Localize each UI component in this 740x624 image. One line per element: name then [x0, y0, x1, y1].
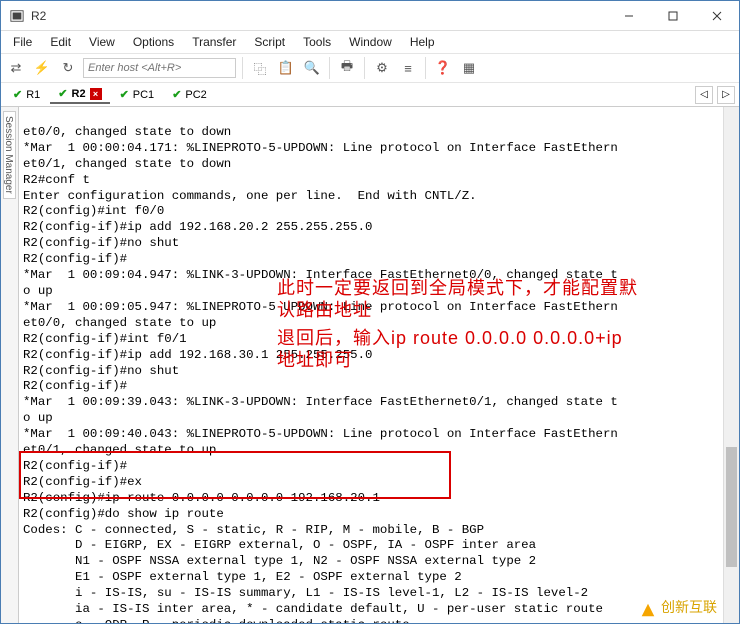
term-line: *Mar 1 00:09:04.947: %LINK-3-UPDOWN: Int…	[23, 268, 618, 282]
annotation-line1: 此时一定要返回到全局模式下，才能配置默	[277, 281, 638, 297]
app-window: R2 File Edit View Options Transfer Scrip…	[0, 0, 740, 624]
settings-icon[interactable]: ⚙	[371, 57, 393, 79]
help-icon[interactable]: ❓	[432, 57, 454, 79]
reconnect-icon[interactable]: ↻	[57, 57, 79, 79]
tab-prev-button[interactable]: ◁	[695, 86, 713, 104]
menu-transfer[interactable]: Transfer	[184, 33, 244, 51]
check-icon: ✔	[58, 87, 67, 100]
window-title: R2	[31, 9, 607, 23]
term-line: *Mar 1 00:09:40.043: %LINEPROTO-5-UPDOWN…	[23, 427, 618, 441]
session-options-icon[interactable]: ≡	[397, 57, 419, 79]
separator	[364, 57, 365, 79]
term-line: R2(config)#int f0/0	[23, 204, 164, 218]
maximize-button[interactable]	[651, 2, 695, 30]
quick-connect-icon[interactable]: ⚡	[31, 57, 53, 79]
term-line: R2(config-if)#ip add 192.168.20.2 255.25…	[23, 220, 372, 234]
tab-next-button[interactable]: ▷	[717, 86, 735, 104]
separator	[242, 57, 243, 79]
annotation-line3: 退回后，输入ip route 0.0.0.0 0.0.0.0+ip	[277, 331, 623, 347]
tab-label: PC1	[133, 89, 154, 101]
host-input[interactable]	[83, 58, 236, 78]
tab-pc1[interactable]: ✔ PC1	[112, 86, 163, 103]
term-line: ia - IS-IS inter area, * - candidate def…	[23, 602, 603, 616]
separator	[329, 57, 330, 79]
body: Session Manager et0/0, changed state to …	[1, 107, 739, 623]
term-line: N1 - OSPF NSSA external type 1, N2 - OSP…	[23, 554, 536, 568]
menu-script[interactable]: Script	[246, 33, 293, 51]
term-line: i - IS-IS, su - IS-IS summary, L1 - IS-I…	[23, 586, 588, 600]
separator	[425, 57, 426, 79]
term-line: Enter configuration commands, one per li…	[23, 189, 477, 203]
tabstrip: ✔ R1 ✔ R2 × ✔ PC1 ✔ PC2 ◁ ▷	[1, 83, 739, 107]
term-line: R2#conf t	[23, 173, 90, 187]
menubar: File Edit View Options Transfer Script T…	[1, 31, 739, 53]
tab-pc2[interactable]: ✔ PC2	[164, 86, 215, 103]
find-icon[interactable]: 🔍	[301, 57, 323, 79]
term-line: o - ODR, P - periodic downloaded static …	[23, 618, 410, 623]
minimize-button[interactable]	[607, 2, 651, 30]
term-line: R2(config-if)#no shut	[23, 236, 179, 250]
menu-help[interactable]: Help	[402, 33, 443, 51]
tab-label: PC2	[185, 89, 206, 101]
close-icon[interactable]: ×	[90, 88, 102, 100]
menu-edit[interactable]: Edit	[42, 33, 79, 51]
term-line: o up	[23, 411, 53, 425]
watermark: 创新互联	[639, 601, 717, 619]
tab-r2[interactable]: ✔ R2 ×	[50, 85, 109, 104]
sidebar: Session Manager	[1, 107, 19, 623]
vertical-scrollbar[interactable]	[723, 107, 739, 623]
close-button[interactable]	[695, 2, 739, 30]
term-line: R2(config-if)#	[23, 459, 127, 473]
check-icon: ✔	[172, 88, 181, 101]
term-line: o up	[23, 284, 53, 298]
connect-icon[interactable]: ⇄	[5, 57, 27, 79]
term-line: et0/1, changed state to down	[23, 157, 231, 171]
check-icon: ✔	[120, 88, 129, 101]
menu-window[interactable]: Window	[341, 33, 400, 51]
term-line: *Mar 1 00:09:05.947: %LINEPROTO-5-UPDOWN…	[23, 300, 618, 314]
tab-label: R1	[26, 89, 40, 101]
app-icon	[9, 8, 25, 24]
check-icon: ✔	[13, 88, 22, 101]
watermark-text: 创新互联	[661, 602, 717, 618]
term-line: R2(config-if)#no shut	[23, 364, 179, 378]
term-line: et0/0, changed state to up	[23, 316, 216, 330]
term-line: *Mar 1 00:09:39.043: %LINK-3-UPDOWN: Int…	[23, 395, 618, 409]
tab-r1[interactable]: ✔ R1	[5, 86, 48, 103]
menu-view[interactable]: View	[81, 33, 123, 51]
watermark-icon	[639, 601, 657, 619]
menu-file[interactable]: File	[5, 33, 40, 51]
term-line: R2(config-if)#	[23, 252, 127, 266]
term-line: R2(config)#do show ip route	[23, 507, 224, 521]
tab-label: R2	[72, 88, 86, 100]
tile-icon[interactable]: ▦	[458, 57, 480, 79]
session-manager-tab[interactable]: Session Manager	[3, 111, 16, 199]
term-line: Codes: C - connected, S - static, R - RI…	[23, 523, 484, 537]
menu-tools[interactable]: Tools	[295, 33, 339, 51]
menu-options[interactable]: Options	[125, 33, 182, 51]
term-line: D - EIGRP, EX - EIGRP external, O - OSPF…	[23, 538, 536, 552]
toolbar: ⇄ ⚡ ↻ ⿻ 📋 🔍 🖶 ⚙ ≡ ❓ ▦	[1, 53, 739, 83]
print-icon[interactable]: 🖶	[336, 57, 358, 79]
copy-icon[interactable]: ⿻	[249, 57, 271, 79]
titlebar: R2	[1, 1, 739, 31]
term-line: R2(config-if)#ex	[23, 475, 142, 489]
term-line: et0/0, changed state to down	[23, 125, 231, 139]
term-line: *Mar 1 00:00:04.171: %LINEPROTO-5-UPDOWN…	[23, 141, 618, 155]
term-line: E1 - OSPF external type 1, E2 - OSPF ext…	[23, 570, 462, 584]
terminal-output[interactable]: et0/0, changed state to down *Mar 1 00:0…	[19, 107, 723, 623]
term-line: R2(config)#ip route 0.0.0.0 0.0.0.0 192.…	[23, 491, 380, 505]
paste-icon[interactable]: 📋	[275, 57, 297, 79]
term-line: et0/1, changed state to up	[23, 443, 216, 457]
scrollbar-thumb[interactable]	[726, 447, 737, 567]
term-line: R2(config-if)#	[23, 379, 127, 393]
term-line: R2(config-if)#int f0/1	[23, 332, 187, 346]
term-line: R2(config-if)#ip add 192.168.30.1 255.25…	[23, 348, 372, 362]
